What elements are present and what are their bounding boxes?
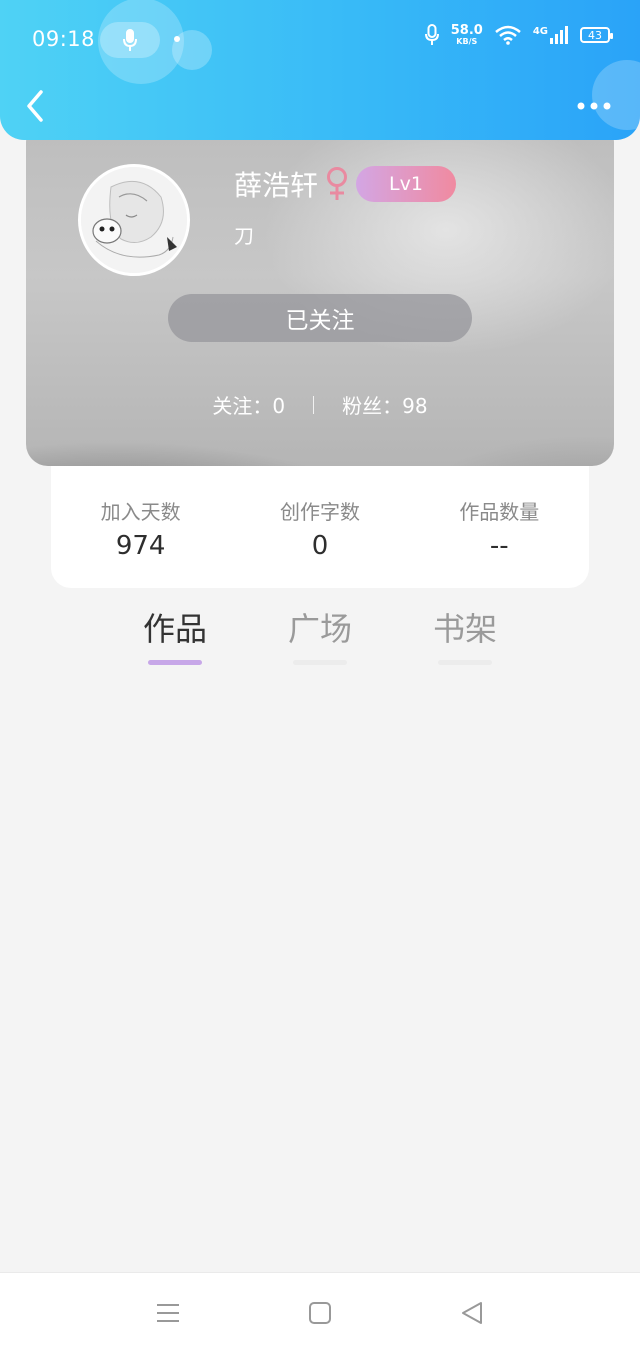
- network-speed-unit: KB/S: [456, 37, 478, 46]
- followers-count[interactable]: 粉丝：98: [342, 390, 427, 419]
- name-row: 薛浩轩 Lv1: [234, 164, 457, 204]
- chevron-left-icon: [27, 90, 43, 122]
- content-tabs: 作品 广场 书架: [0, 604, 640, 674]
- tab-label: 作品: [142, 610, 207, 648]
- stat-label: 作品数量: [459, 500, 540, 524]
- tab-bookshelf[interactable]: 书架: [410, 604, 520, 665]
- stat-label: 创作字数: [279, 500, 360, 524]
- voice-input-pill[interactable]: [100, 22, 160, 58]
- user-name: 薛浩轩: [234, 169, 319, 202]
- battery-icon: 43: [580, 27, 613, 43]
- stat-value: --: [489, 531, 509, 561]
- profile-card: 薛浩轩 Lv1 刀 已关注 关注：0 粉丝：98: [26, 120, 614, 466]
- home-button[interactable]: [306, 1299, 334, 1327]
- stat-value: 0: [311, 531, 329, 561]
- status-time: 09:18: [32, 27, 96, 51]
- avatar[interactable]: [78, 164, 190, 276]
- tab-label: 书架: [432, 610, 497, 648]
- more-options-button[interactable]: [574, 94, 614, 118]
- network-speed-value: 58.0: [450, 23, 483, 38]
- stat-join-days: 加入天数 974: [66, 496, 216, 561]
- indicator-dot: [174, 36, 180, 42]
- wifi-icon: [495, 25, 521, 45]
- following-count[interactable]: 关注：0: [212, 390, 285, 419]
- back-nav-button[interactable]: [458, 1299, 486, 1327]
- follow-counts: 关注：0 粉丝：98: [26, 390, 614, 419]
- menu-icon: [157, 1304, 179, 1322]
- tab-indicator: [293, 660, 347, 665]
- stat-works-count: 作品数量 --: [424, 496, 574, 561]
- network-type: 4G: [532, 26, 548, 37]
- female-icon: [327, 167, 348, 200]
- system-navigation-bar: [0, 1272, 640, 1351]
- battery-level: 43: [588, 28, 602, 42]
- tab-works[interactable]: 作品: [120, 604, 230, 665]
- tab-plaza[interactable]: 广场: [265, 604, 375, 665]
- status-icons: 58.0 KB/S 4G 43: [424, 24, 613, 46]
- stat-value: 974: [115, 531, 166, 561]
- microphone-status-icon: [424, 24, 439, 45]
- top-bar: 09:18 58.0 KB/S 4G 43: [0, 0, 640, 140]
- tab-indicator: [148, 660, 202, 665]
- stat-label: 加入天数: [100, 500, 181, 524]
- more-dots-icon: [577, 102, 611, 110]
- stats-card: 加入天数 974 创作字数 0 作品数量 --: [51, 466, 589, 588]
- network-speed: 58.0 KB/S: [451, 24, 483, 46]
- stat-word-count: 创作字数 0: [245, 496, 395, 561]
- tab-label: 广场: [287, 610, 352, 648]
- avatar-illustration: [81, 167, 187, 273]
- back-triangle-icon: [462, 1302, 482, 1324]
- menu-button[interactable]: [154, 1299, 182, 1327]
- divider: [313, 395, 315, 414]
- user-signature: 刀: [234, 224, 254, 248]
- cellular-signal-icon: 4G: [533, 26, 568, 44]
- tab-indicator: [438, 660, 492, 665]
- level-badge: Lv1: [356, 166, 457, 202]
- home-square-icon: [309, 1302, 331, 1324]
- follow-button[interactable]: 已关注: [168, 294, 472, 342]
- microphone-icon: [123, 29, 137, 51]
- back-button[interactable]: [20, 88, 52, 124]
